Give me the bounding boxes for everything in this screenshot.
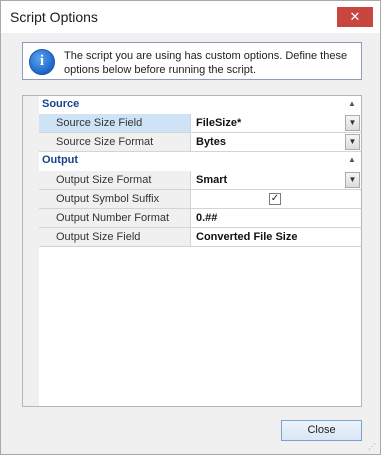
property-row-source-size-format[interactable]: Source Size Format Bytes ▼ <box>23 133 361 152</box>
property-value-dropdown[interactable]: FileSize* ▼ <box>191 114 361 133</box>
close-button[interactable]: Close <box>281 420 362 441</box>
script-options-window: Script Options ✕ i The script you are us… <box>0 0 381 455</box>
close-window-button[interactable]: ✕ <box>337 7 373 27</box>
property-row-output-size-field[interactable]: Output Size Field Converted File Size <box>23 228 361 247</box>
property-name: Output Size Format <box>39 171 191 190</box>
property-name: Source Size Format <box>39 133 191 152</box>
window-title: Script Options <box>10 9 98 25</box>
checkmark-icon: ✓ <box>270 193 280 204</box>
close-icon: ✕ <box>349 9 361 24</box>
property-name: Output Number Format <box>39 209 191 228</box>
property-value-dropdown[interactable]: Smart ▼ <box>191 171 361 190</box>
property-value-text[interactable]: Converted File Size <box>191 228 361 247</box>
chevron-down-icon[interactable]: ▼ <box>345 172 360 188</box>
property-row-output-size-format[interactable]: Output Size Format Smart ▼ <box>23 171 361 190</box>
info-panel: i The script you are using has custom op… <box>22 42 362 80</box>
category-source[interactable]: Source ▲ <box>23 96 361 114</box>
property-row-output-number-format[interactable]: Output Number Format 0.## <box>23 209 361 228</box>
collapse-icon[interactable]: ▲ <box>347 154 357 166</box>
property-row-output-symbol-suffix[interactable]: Output Symbol Suffix ✓ <box>23 190 361 209</box>
resize-grip-icon[interactable]: ⋰ <box>368 442 378 452</box>
property-name: Output Symbol Suffix <box>39 190 191 209</box>
title-bar[interactable]: Script Options ✕ <box>1 1 380 33</box>
category-label: Source <box>42 98 80 110</box>
property-name: Output Size Field <box>39 228 191 247</box>
suffix-checkbox[interactable]: ✓ <box>269 193 281 205</box>
property-value-checkbox[interactable]: ✓ <box>191 190 361 209</box>
property-name: Source Size Field <box>39 114 191 133</box>
property-value-dropdown[interactable]: Bytes ▼ <box>191 133 361 152</box>
property-value-text[interactable]: 0.## <box>191 209 361 228</box>
category-label: Output <box>42 154 79 166</box>
info-icon: i <box>29 49 55 75</box>
chevron-down-icon[interactable]: ▼ <box>345 134 360 150</box>
property-row-source-size-field[interactable]: Source Size Field FileSize* ▼ <box>23 114 361 133</box>
property-grid: Source ▲ Source Size Field FileSize* ▼ S… <box>22 95 362 407</box>
chevron-down-icon[interactable]: ▼ <box>345 115 360 131</box>
category-output[interactable]: Output ▲ <box>23 152 361 170</box>
info-message: The script you are using has custom opti… <box>64 50 348 76</box>
collapse-icon[interactable]: ▲ <box>347 98 357 110</box>
